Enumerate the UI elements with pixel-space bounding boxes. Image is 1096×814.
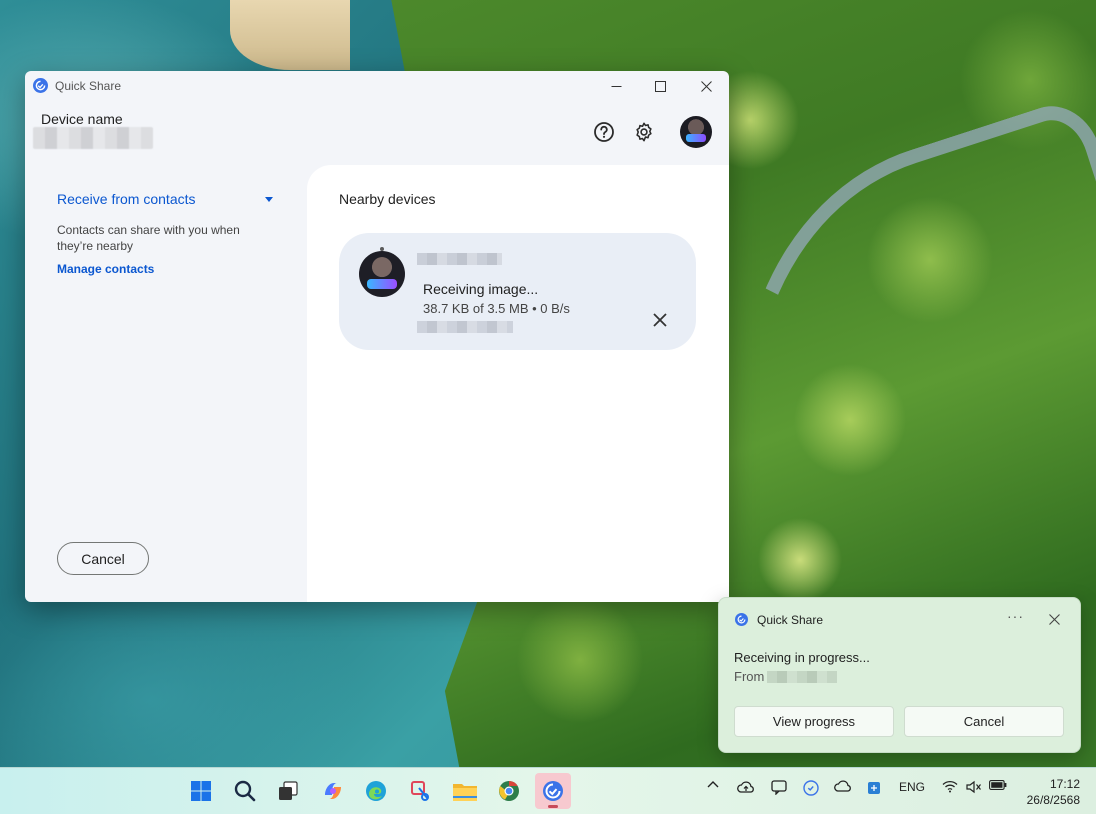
quick-share-taskbar-button[interactable] bbox=[535, 773, 571, 809]
receive-mode-dropdown[interactable]: Receive from contacts bbox=[57, 191, 273, 207]
taskbar: ENG 17:12 26/8/2568 bbox=[0, 767, 1096, 814]
edge-icon bbox=[366, 781, 386, 801]
snipping-tool-button[interactable] bbox=[403, 773, 439, 809]
onedrive-tray[interactable] bbox=[833, 780, 853, 792]
language-indicator[interactable]: ENG bbox=[896, 780, 928, 794]
notification-message: Receiving in progress... bbox=[734, 650, 870, 665]
settings-button[interactable] bbox=[631, 119, 657, 145]
nearby-devices-title: Nearby devices bbox=[339, 191, 436, 207]
sender-avatar-image bbox=[359, 251, 405, 297]
notification-close-button[interactable] bbox=[1047, 612, 1061, 626]
app-tray-icon bbox=[868, 782, 880, 794]
chat-bubble-icon bbox=[771, 780, 787, 795]
show-hidden-icons-button[interactable] bbox=[704, 780, 722, 788]
view-progress-button[interactable]: View progress bbox=[734, 706, 894, 737]
maximize-button[interactable] bbox=[637, 71, 683, 101]
volume-muted-icon bbox=[966, 780, 981, 794]
minimize-icon bbox=[611, 85, 621, 87]
chrome-button[interactable] bbox=[491, 773, 527, 809]
notification-more-button[interactable]: ··· bbox=[1007, 608, 1024, 624]
receive-mode-label: Receive from contacts bbox=[57, 191, 196, 207]
window-title: Quick Share bbox=[55, 79, 122, 93]
account-avatar[interactable] bbox=[680, 116, 712, 148]
start-icon bbox=[191, 781, 211, 801]
device-transfer-card: Receiving image... 38.7 KB of 3.5 MB • 0… bbox=[339, 233, 696, 350]
task-view-button[interactable] bbox=[270, 773, 306, 809]
onedrive-cloud-icon bbox=[834, 780, 851, 792]
notification-cancel-button[interactable]: Cancel bbox=[904, 706, 1064, 737]
transfer-detail-redacted bbox=[417, 321, 513, 333]
battery-icon bbox=[989, 780, 1007, 790]
task-view-icon bbox=[279, 781, 298, 800]
help-icon bbox=[594, 122, 614, 142]
maximize-icon bbox=[654, 80, 666, 92]
minimize-button[interactable] bbox=[593, 71, 639, 101]
cloud-upload-icon bbox=[737, 781, 754, 793]
edge-button[interactable] bbox=[358, 773, 394, 809]
cancel-button[interactable]: Cancel bbox=[57, 542, 149, 575]
device-name-label: Device name bbox=[41, 111, 123, 127]
wifi-tray[interactable] bbox=[940, 780, 960, 793]
quick-share-icon bbox=[543, 781, 563, 801]
transfer-status: Receiving image... bbox=[423, 281, 539, 297]
chat-tray[interactable] bbox=[769, 780, 789, 795]
quick-share-window: Quick Share Device name Receive from con… bbox=[25, 71, 729, 602]
chrome-icon bbox=[499, 780, 519, 801]
transfer-progress: 38.7 KB of 3.5 MB • 0 B/s bbox=[423, 301, 570, 316]
title-bar[interactable]: Quick Share bbox=[25, 71, 729, 101]
start-button[interactable] bbox=[183, 773, 219, 809]
clock-time: 17:12 bbox=[1049, 777, 1080, 791]
copilot-icon bbox=[325, 783, 341, 799]
device-name-value-redacted bbox=[33, 127, 153, 149]
notification-from-label: From bbox=[734, 669, 765, 684]
sender-avatar bbox=[359, 247, 405, 297]
snipping-tool-icon bbox=[411, 781, 429, 801]
chevron-down-icon bbox=[265, 196, 273, 202]
file-explorer-button[interactable] bbox=[447, 773, 483, 809]
quick-share-notification: Quick Share ··· Receiving in progress...… bbox=[718, 597, 1081, 753]
cloud-sync-tray[interactable] bbox=[736, 780, 756, 794]
sender-name-redacted bbox=[417, 253, 502, 265]
quick-share-app-icon bbox=[735, 613, 748, 626]
manage-contacts-link[interactable]: Manage contacts bbox=[57, 262, 154, 276]
security-tray[interactable] bbox=[864, 780, 884, 796]
right-pane: Nearby devices Receiving image... 38.7 K… bbox=[307, 165, 729, 602]
search-button[interactable] bbox=[227, 773, 263, 809]
close-window-button[interactable] bbox=[683, 71, 729, 101]
chevron-up-icon bbox=[707, 781, 719, 788]
notification-app-name: Quick Share bbox=[757, 613, 824, 627]
close-icon bbox=[1048, 613, 1060, 625]
quick-share-tray-icon bbox=[803, 780, 819, 796]
volume-tray[interactable] bbox=[964, 780, 984, 794]
search-icon bbox=[234, 780, 256, 802]
copilot-button[interactable] bbox=[315, 773, 351, 809]
battery-tray[interactable] bbox=[988, 780, 1008, 790]
file-explorer-icon bbox=[453, 784, 477, 801]
wifi-icon bbox=[942, 780, 958, 793]
close-icon bbox=[653, 313, 667, 327]
system-clock[interactable]: 17:12 26/8/2568 bbox=[1020, 776, 1080, 808]
quick-share-tray[interactable] bbox=[801, 780, 821, 796]
gear-icon bbox=[636, 122, 652, 142]
cancel-transfer-button[interactable] bbox=[649, 309, 671, 331]
quick-share-app-icon bbox=[33, 78, 48, 93]
notification-sender-redacted bbox=[767, 671, 837, 683]
receive-description: Contacts can share with you when they’re… bbox=[57, 223, 240, 253]
help-button[interactable] bbox=[591, 119, 617, 145]
clock-date: 26/8/2568 bbox=[1026, 793, 1080, 807]
close-icon bbox=[700, 80, 712, 92]
left-pane: Receive from contacts Contacts can share… bbox=[25, 165, 307, 602]
